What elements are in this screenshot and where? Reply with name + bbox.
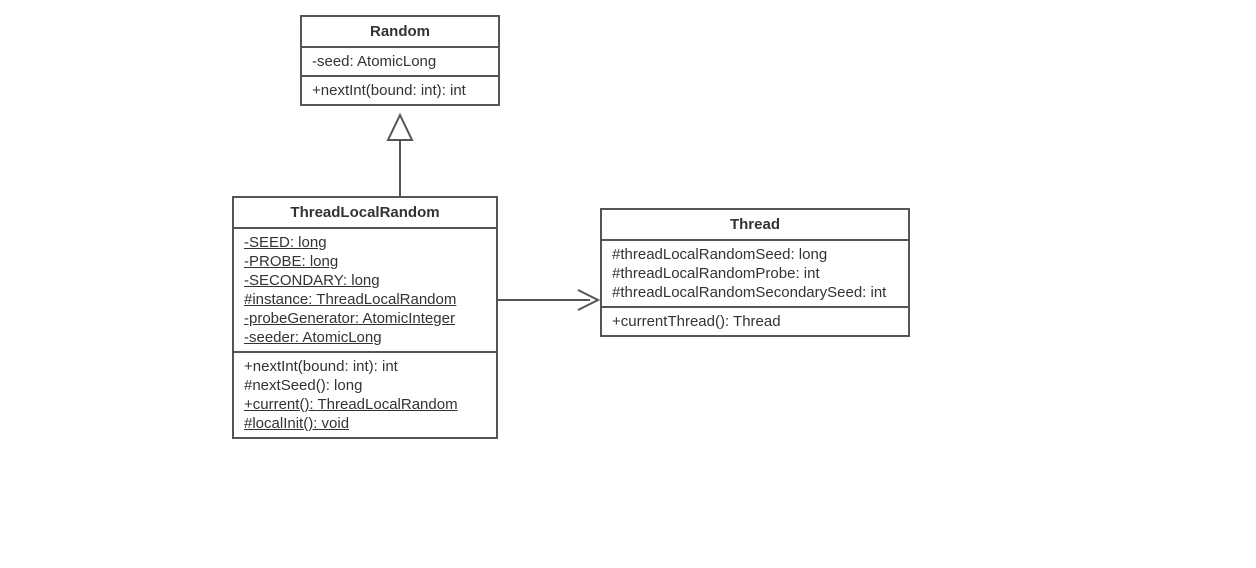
association-arrowhead-icon [578, 290, 598, 310]
class-thread: Thread #threadLocalRandomSeed: long #thr… [600, 208, 910, 337]
attr: -SECONDARY: long [244, 271, 486, 290]
class-threadlocalrandom-methods: +nextInt(bound: int): int #nextSeed(): l… [234, 353, 496, 437]
attr: -probeGenerator: AtomicInteger [244, 309, 486, 328]
attr: #instance: ThreadLocalRandom [244, 290, 486, 309]
attr: #threadLocalRandomSeed: long [612, 245, 898, 264]
generalization-arrowhead-icon [388, 115, 412, 140]
class-thread-attributes: #threadLocalRandomSeed: long #threadLoca… [602, 241, 908, 308]
class-random-attributes: -seed: AtomicLong [302, 48, 498, 77]
class-thread-title: Thread [602, 210, 908, 241]
attr: #threadLocalRandomSecondarySeed: int [612, 283, 898, 302]
method: +current(): ThreadLocalRandom [244, 395, 486, 414]
attr: -SEED: long [244, 233, 486, 252]
class-threadlocalrandom-attributes: -SEED: long -PROBE: long -SECONDARY: lon… [234, 229, 496, 353]
attr: -PROBE: long [244, 252, 486, 271]
method: +currentThread(): Thread [612, 312, 898, 331]
class-random-methods: +nextInt(bound: int): int [302, 77, 498, 104]
method: +nextInt(bound: int): int [244, 357, 486, 376]
class-random-title: Random [302, 17, 498, 48]
method: #nextSeed(): long [244, 376, 486, 395]
class-threadlocalrandom-title: ThreadLocalRandom [234, 198, 496, 229]
method: #localInit(): void [244, 414, 486, 433]
class-threadlocalrandom: ThreadLocalRandom -SEED: long -PROBE: lo… [232, 196, 498, 439]
attr: #threadLocalRandomProbe: int [612, 264, 898, 283]
attr: -seeder: AtomicLong [244, 328, 486, 347]
method: +nextInt(bound: int): int [312, 81, 488, 100]
attr: -seed: AtomicLong [312, 52, 488, 71]
class-random: Random -seed: AtomicLong +nextInt(bound:… [300, 15, 500, 106]
class-thread-methods: +currentThread(): Thread [602, 308, 908, 335]
